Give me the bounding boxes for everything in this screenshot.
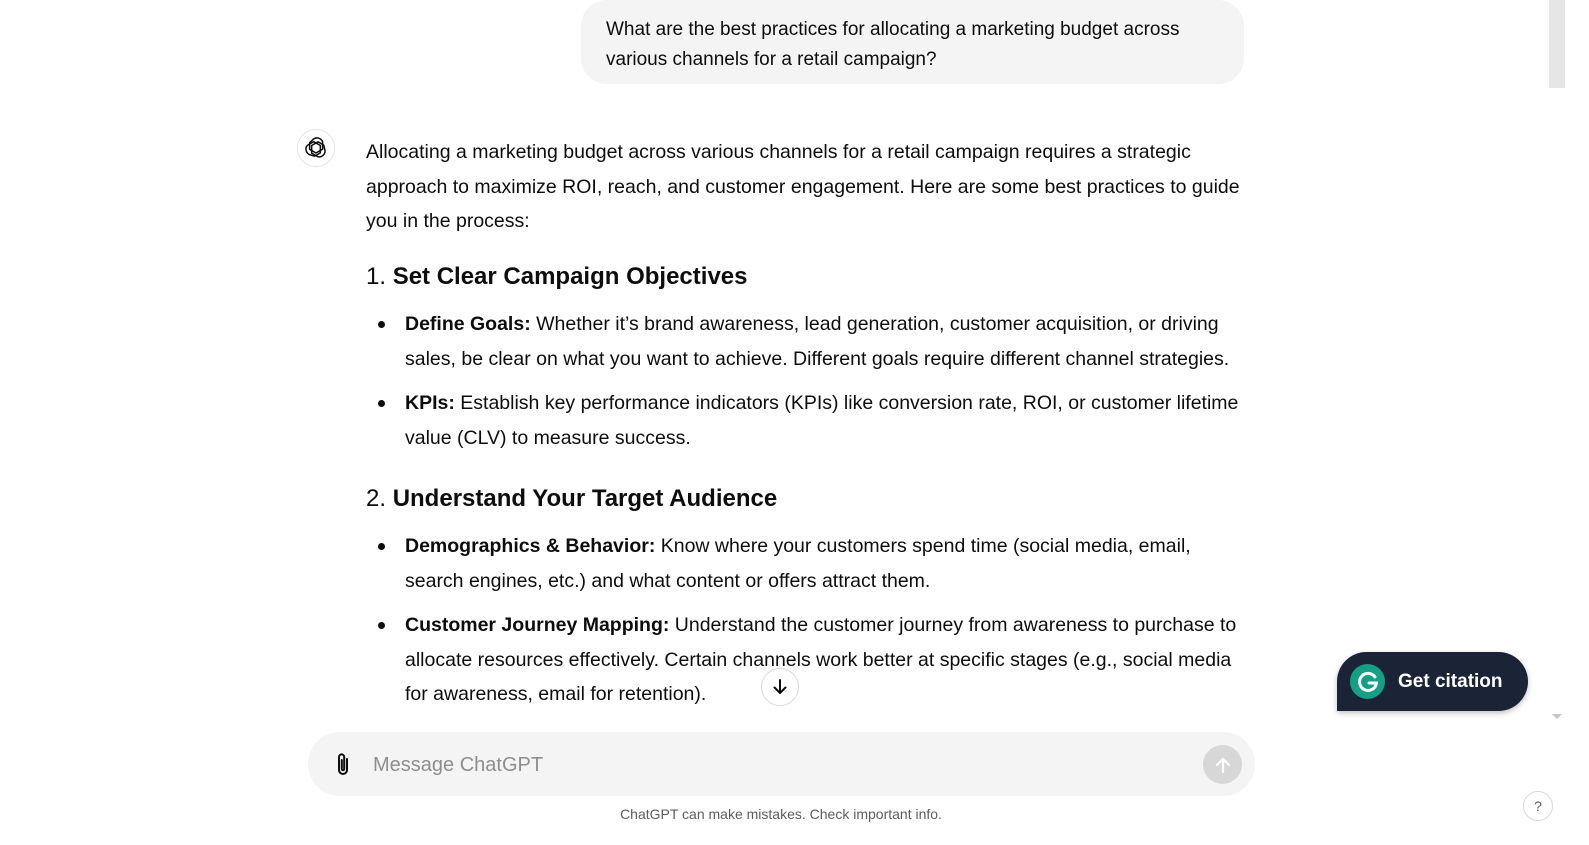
assistant-intro: Allocating a marketing budget across var… <box>366 141 1240 232</box>
list-item: Define Goals: Whether it’s brand awarene… <box>366 307 1246 376</box>
assistant-avatar <box>297 129 335 167</box>
arrow-up-icon <box>1215 757 1230 773</box>
bullet-term: Define Goals: <box>405 313 531 335</box>
section-1-list: Define Goals: Whether it’s brand awarene… <box>366 307 1246 465</box>
bullet-term: Demographics & Behavior: <box>405 535 656 557</box>
help-button[interactable]: ? <box>1523 791 1553 821</box>
section-title: Set Clear Campaign Objectives <box>392 263 748 290</box>
list-item: Customer Journey Mapping: Understand the… <box>366 608 1246 712</box>
assistant-message: Allocating a marketing budget across var… <box>366 135 1246 705</box>
scrollbar-down-arrow[interactable] <box>1552 714 1562 719</box>
paperclip-icon <box>338 753 348 775</box>
user-message-bubble: What are the best practices for allocati… <box>581 0 1244 84</box>
help-label: ? <box>1534 798 1542 814</box>
section-heading-1: 1. Set Clear Campaign Objectives <box>366 260 747 294</box>
list-item: KPIs: Establish key performance indicato… <box>366 386 1246 455</box>
bullet-text: Establish key performance indicators (KP… <box>405 392 1239 449</box>
attach-button[interactable] <box>330 751 356 779</box>
section-heading-2: 2. Understand Your Target Audience <box>366 482 777 516</box>
openai-logo-icon <box>305 137 326 158</box>
message-composer <box>308 732 1255 796</box>
grammarly-g-icon <box>1350 664 1385 699</box>
user-message-text: What are the best practices for allocati… <box>606 19 1180 70</box>
get-citation-button[interactable]: Get citation <box>1337 652 1528 711</box>
section-title: Understand Your Target Audience <box>392 485 778 512</box>
message-input[interactable] <box>371 749 1175 781</box>
bullet-term: KPIs: <box>405 392 455 414</box>
scroll-to-bottom-button[interactable] <box>761 668 799 706</box>
bullet-term: Customer Journey Mapping: <box>405 614 670 636</box>
disclaimer-text: ChatGPT can make mistakes. Check importa… <box>620 806 942 822</box>
scrollbar-thumb[interactable] <box>1549 0 1565 88</box>
get-citation-label: Get citation <box>1398 670 1503 692</box>
arrow-down-icon <box>773 679 787 694</box>
section-2-list: Demographics & Behavior: Know where your… <box>366 529 1246 722</box>
section-number: 2. <box>366 485 387 512</box>
send-button[interactable] <box>1203 745 1242 784</box>
list-item: Demographics & Behavior: Know where your… <box>366 529 1246 598</box>
chat-page: What are the best practices for allocati… <box>0 0 1589 845</box>
section-number: 1. <box>366 263 387 290</box>
